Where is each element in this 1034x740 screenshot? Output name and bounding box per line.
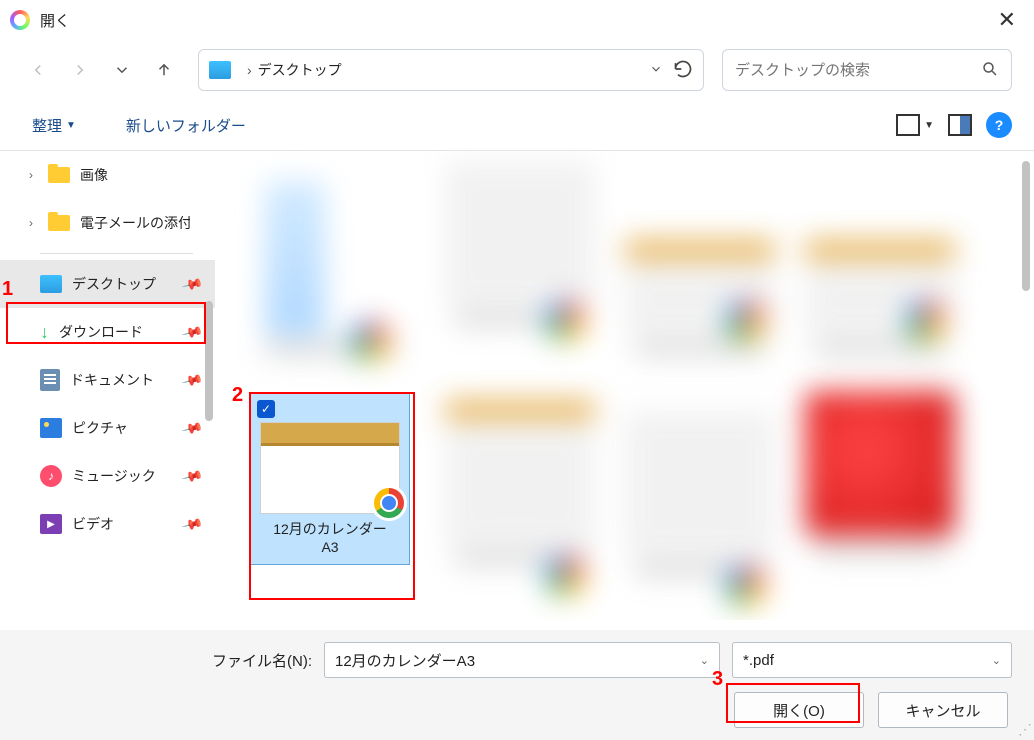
tree-item-music[interactable]: ♪ ミュージック 📌 [0, 452, 215, 500]
download-icon: ↓ [40, 322, 49, 343]
cancel-button[interactable]: キャンセル [878, 692, 1008, 728]
tree-label: 画像 [80, 165, 108, 185]
view-mode-button[interactable]: ▼ [896, 114, 934, 136]
forward-button[interactable] [64, 54, 96, 86]
tree-item-videos[interactable]: ▶ ビデオ 📌 [0, 500, 215, 548]
filter-value: *.pdf [743, 652, 774, 669]
breadcrumb-dropdown[interactable] [649, 62, 663, 79]
pin-icon[interactable]: 📌 [180, 320, 204, 343]
new-folder-button[interactable]: 新しいフォルダー [116, 109, 256, 142]
pin-icon[interactable]: 📌 [180, 512, 204, 535]
window-title: 開く [40, 10, 70, 31]
video-icon: ▶ [40, 514, 62, 534]
content-scrollbar[interactable] [1022, 161, 1030, 291]
chevron-down-icon[interactable]: ⌄ [700, 654, 709, 667]
tree-label: ドキュメント [70, 370, 154, 390]
toolbar: 整理▼ 新しいフォルダー ▼ ? [0, 100, 1034, 150]
main-area: › 画像 › 電子メールの添付 デスクトップ 📌 ↓ ダウンロード 📌 ドキュメ… [0, 150, 1034, 620]
filetype-filter[interactable]: *.pdf ⌄ [732, 642, 1012, 678]
close-button[interactable]: ✕ [990, 7, 1024, 33]
tree-item-documents[interactable]: ドキュメント 📌 [0, 356, 215, 404]
up-button[interactable] [148, 54, 180, 86]
search-box[interactable] [722, 49, 1012, 91]
tree-label: ダウンロード [59, 322, 143, 342]
tree-item-pictures[interactable]: ピクチャ 📌 [0, 404, 215, 452]
filename-label: ファイル名(N): [212, 650, 312, 671]
chevron-down-icon[interactable]: ⌄ [992, 654, 1001, 667]
expand-icon[interactable]: › [24, 216, 38, 230]
organize-menu[interactable]: 整理▼ [22, 109, 86, 142]
tree-label: 電子メールの添付 [80, 213, 190, 233]
bottom-panel: ファイル名(N): 12月のカレンダーA3 ⌄ *.pdf ⌄ 開く(O) キャ… [0, 630, 1034, 740]
sidebar-scrollbar[interactable] [205, 301, 213, 421]
chevron-right-icon: › [247, 62, 252, 78]
tree-label: ビデオ [72, 514, 114, 534]
search-input[interactable] [735, 62, 981, 79]
file-thumbnail [260, 422, 400, 514]
tree-item-downloads[interactable]: ↓ ダウンロード 📌 [0, 308, 215, 356]
refresh-button[interactable] [673, 59, 693, 82]
navbar: › デスクトップ [0, 40, 1034, 100]
back-button[interactable] [22, 54, 54, 86]
help-button[interactable]: ? [986, 112, 1012, 138]
document-icon [40, 369, 60, 391]
pin-icon[interactable]: 📌 [180, 416, 204, 439]
folder-icon [48, 167, 70, 183]
preview-pane-button[interactable] [948, 114, 972, 136]
tree-label: ピクチャ [72, 418, 128, 438]
tree-label: ミュージック [72, 466, 156, 486]
expand-icon[interactable]: › [24, 168, 38, 182]
pin-icon[interactable]: 📌 [180, 368, 204, 391]
sidebar: › 画像 › 電子メールの添付 デスクトップ 📌 ↓ ダウンロード 📌 ドキュメ… [0, 151, 215, 620]
folder-icon [48, 215, 70, 231]
tree-label: デスクトップ [72, 274, 156, 294]
desktop-icon [209, 61, 231, 79]
tree-item-desktop[interactable]: デスクトップ 📌 [0, 260, 215, 308]
open-button[interactable]: 開く(O) [734, 692, 864, 728]
breadcrumb-location[interactable]: デスクトップ [258, 60, 342, 80]
music-icon: ♪ [40, 465, 62, 487]
recent-dropdown[interactable] [106, 54, 138, 86]
filename-value: 12月のカレンダーA3 [335, 650, 475, 671]
file-list[interactable]: ✓ 12月のカレンダー A3 [215, 151, 1034, 620]
checkbox-checked[interactable]: ✓ [257, 400, 275, 418]
tree-item-email[interactable]: › 電子メールの添付 [0, 199, 215, 247]
pictures-icon [40, 418, 62, 438]
filename-combo[interactable]: 12月のカレンダーA3 ⌄ [324, 642, 720, 678]
tree-item-images[interactable]: › 画像 [0, 151, 215, 199]
file-name: 12月のカレンダー A3 [251, 520, 409, 556]
divider [40, 253, 193, 254]
search-icon[interactable] [981, 60, 999, 81]
pin-icon[interactable]: 📌 [180, 464, 204, 487]
chrome-overlay-icon [371, 485, 407, 521]
resize-grip[interactable]: ⋰ [1016, 722, 1032, 738]
desktop-icon [40, 275, 62, 293]
pin-icon[interactable]: 📌 [180, 272, 204, 295]
breadcrumb[interactable]: › デスクトップ [198, 49, 704, 91]
titlebar: 開く ✕ [0, 0, 1034, 40]
file-item-selected[interactable]: ✓ 12月のカレンダー A3 [250, 393, 410, 565]
app-icon [10, 10, 30, 30]
